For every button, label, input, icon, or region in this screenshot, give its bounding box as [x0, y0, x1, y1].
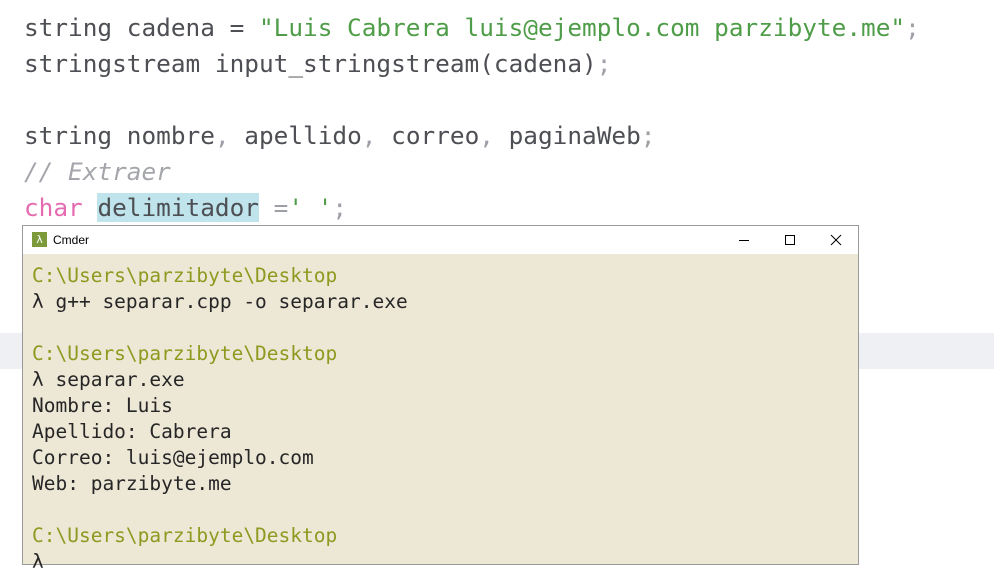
- comma: ,: [361, 121, 392, 150]
- semicolon: ;: [905, 13, 920, 42]
- identifier: nombre: [126, 121, 215, 150]
- prompt-path: C:\Users\parzibyte\Desktop: [32, 264, 338, 287]
- highlighted-identifier: delimitador: [97, 193, 259, 222]
- identifier: paginaWeb: [508, 121, 641, 150]
- comma: ,: [214, 121, 245, 150]
- prompt-line[interactable]: λ: [32, 549, 44, 575]
- command-line: λ separar.exe: [32, 368, 185, 391]
- semicolon: ;: [596, 49, 612, 78]
- code-declaration: string cadena =: [24, 13, 259, 42]
- identifier: correo: [391, 121, 480, 150]
- output-line: Apellido: Cabrera: [32, 420, 232, 443]
- output-line: Web: parzibyte.me: [32, 472, 232, 495]
- type-keyword: string: [24, 121, 127, 150]
- cmder-window[interactable]: λ Cmder C:\Users\parzibyte\Desktop λ g++…: [22, 225, 859, 573]
- code-line-1[interactable]: string cadena = "Luis Cabrera luis@ejemp…: [24, 10, 920, 46]
- command-line: λ g++ separar.cpp -o separar.exe: [32, 290, 408, 313]
- cmder-lambda-icon: λ: [32, 232, 47, 247]
- char-literal: ' ': [288, 193, 333, 222]
- maximize-icon: [785, 235, 795, 245]
- minimize-icon: [739, 240, 749, 241]
- comma: ,: [479, 121, 509, 150]
- output-line: Correo: luis@ejemplo.com: [32, 446, 314, 469]
- window-title: Cmder: [53, 233, 90, 247]
- code-line-2[interactable]: stringstream input_stringstream(cadena);: [24, 46, 611, 82]
- output-line: Nombre: Luis: [32, 394, 173, 417]
- code-statement: stringstream input_stringstream(cadena): [24, 49, 597, 78]
- semicolon: ;: [640, 121, 656, 150]
- code-comment: // Extraer: [24, 157, 171, 186]
- semicolon: ;: [332, 193, 348, 222]
- title-bar[interactable]: λ Cmder: [23, 226, 858, 254]
- close-button[interactable]: [813, 226, 859, 254]
- string-literal: "Luis Cabrera luis@ejemplo.com parzibyte…: [258, 13, 906, 42]
- prompt-path: C:\Users\parzibyte\Desktop: [32, 342, 338, 365]
- close-icon: [830, 234, 842, 246]
- prompt-path: C:\Users\parzibyte\Desktop: [32, 524, 338, 547]
- minimize-button[interactable]: [721, 226, 767, 254]
- code-line-6[interactable]: char delimitador =' ';: [24, 190, 347, 226]
- code-line-5[interactable]: // Extraer: [24, 154, 171, 190]
- identifier: apellido: [244, 121, 362, 150]
- assign-operator: =: [258, 193, 289, 222]
- maximize-button[interactable]: [767, 226, 813, 254]
- code-line-4[interactable]: string nombre, apellido, correo, paginaW…: [24, 118, 655, 154]
- char-keyword: char: [24, 193, 83, 222]
